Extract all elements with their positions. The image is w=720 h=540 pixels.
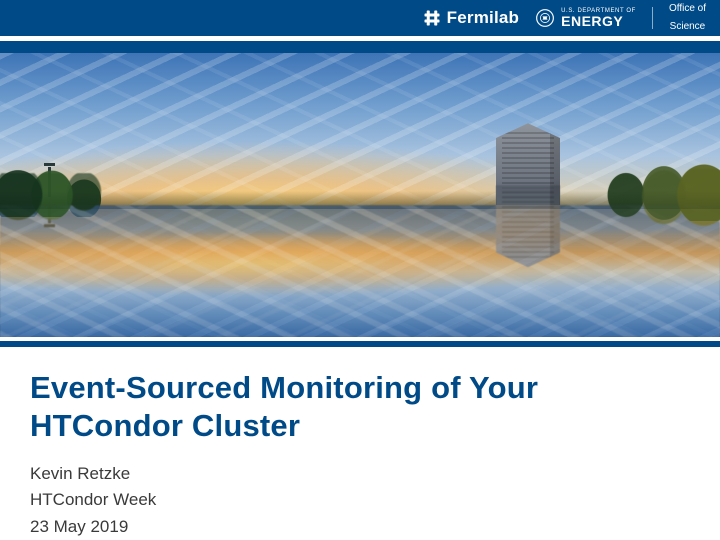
office-top-label: Office of: [669, 4, 706, 14]
header-divider: [652, 7, 653, 29]
date: 23 May 2019: [30, 514, 690, 540]
hero-image: [0, 53, 720, 337]
fermilab-label: Fermilab: [447, 8, 519, 28]
office-of-science: Office of Science: [669, 4, 706, 32]
fermilab-logo: Fermilab: [423, 8, 519, 28]
fermilab-icon: [423, 9, 441, 27]
title-line-2: HTCondor Cluster: [30, 407, 690, 445]
header-stripe-blue: [0, 41, 720, 53]
doe-energy-label: ENERGY: [561, 14, 636, 28]
doe-text: U.S. DEPARTMENT OF ENERGY: [561, 8, 636, 28]
slide: Fermilab U.S. DEPARTMENT OF ENERGY Offic…: [0, 0, 720, 540]
office-bottom-label: Science: [670, 22, 706, 32]
slide-meta: Kevin Retzke HTCondor Week 23 May 2019: [30, 461, 690, 540]
doe-seal-icon: [535, 8, 555, 28]
title-block: Event-Sourced Monitoring of Your HTCondo…: [0, 347, 720, 540]
slide-title: Event-Sourced Monitoring of Your HTCondo…: [30, 369, 690, 445]
header-bar: Fermilab U.S. DEPARTMENT OF ENERGY Offic…: [0, 0, 720, 36]
author: Kevin Retzke: [30, 461, 690, 487]
doe-logo: U.S. DEPARTMENT OF ENERGY: [535, 8, 636, 28]
reflection: [0, 205, 720, 337]
title-line-1: Event-Sourced Monitoring of Your: [30, 369, 690, 407]
event: HTCondor Week: [30, 487, 690, 513]
